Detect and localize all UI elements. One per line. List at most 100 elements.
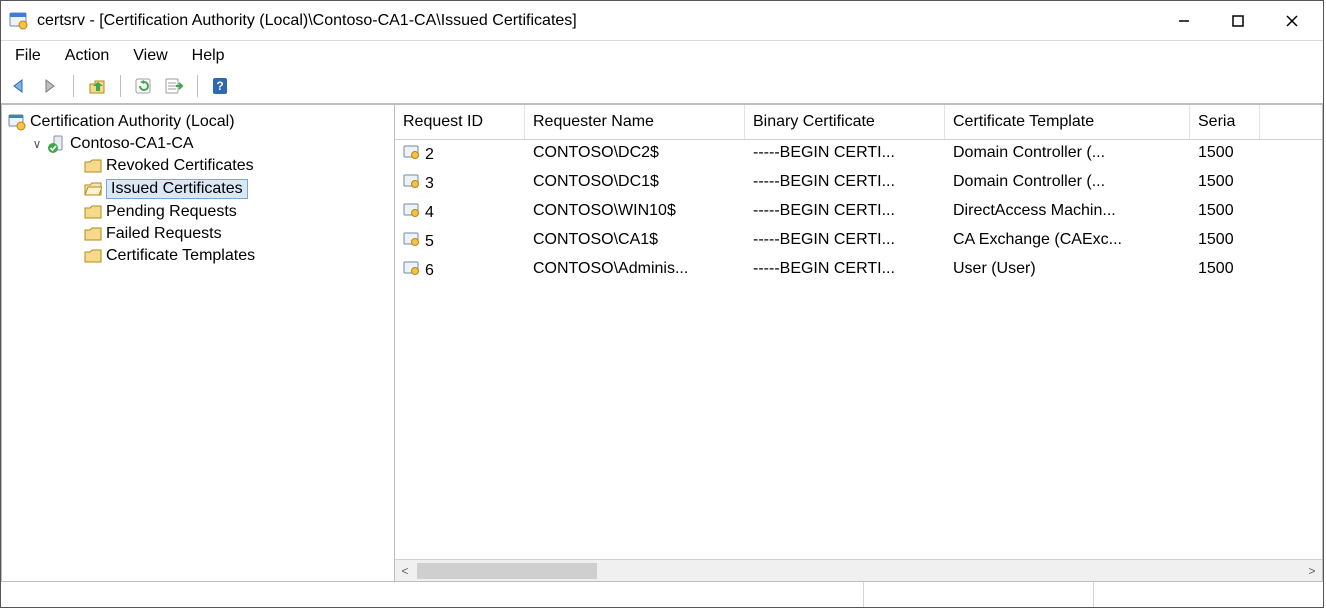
cell-requester: CONTOSO\DC2$ — [525, 142, 745, 167]
table-row[interactable]: 4 CONTOSO\WIN10$ -----BEGIN CERTI... Dir… — [395, 198, 1322, 227]
cell-requester: CONTOSO\Adminis... — [525, 258, 745, 283]
cell-requester: CONTOSO\WIN10$ — [525, 200, 745, 225]
column-header-binary-cert[interactable]: Binary Certificate — [745, 105, 945, 139]
cell-request-id: 5 — [425, 233, 434, 251]
tree-pending-requests[interactable]: Pending Requests — [80, 201, 392, 223]
tree-ca-label: Contoso-CA1-CA — [70, 135, 194, 153]
export-list-button[interactable] — [161, 73, 187, 99]
folder-icon — [84, 204, 102, 220]
cell-template: Domain Controller (... — [945, 171, 1190, 196]
close-button[interactable] — [1265, 2, 1319, 40]
cell-template: User (User) — [945, 258, 1190, 283]
toolbar-separator — [120, 75, 121, 97]
window-controls — [1157, 2, 1319, 40]
tree-item-label: Issued Certificates — [106, 179, 248, 199]
nav-back-button[interactable] — [7, 73, 33, 99]
tree-item-label: Failed Requests — [106, 225, 222, 243]
cell-serial: 1500 — [1190, 142, 1260, 167]
cell-template: Domain Controller (... — [945, 142, 1190, 167]
cell-template: DirectAccess Machin... — [945, 200, 1190, 225]
cell-request-id: 4 — [425, 204, 434, 222]
maximize-button[interactable] — [1211, 2, 1265, 40]
toolbar-separator — [73, 75, 74, 97]
cell-request-id: 2 — [425, 146, 434, 164]
app-window: certsrv - [Certification Authority (Loca… — [0, 0, 1324, 608]
column-header-serial[interactable]: Seria — [1190, 105, 1260, 139]
certificate-icon — [403, 173, 421, 194]
tree-certificate-templates[interactable]: Certificate Templates — [80, 245, 392, 267]
minimize-button[interactable] — [1157, 2, 1211, 40]
cell-binary: -----BEGIN CERTI... — [745, 200, 945, 225]
server-ok-icon — [48, 135, 66, 153]
status-segment — [1093, 582, 1323, 607]
tree-issued-certificates[interactable]: Issued Certificates — [80, 177, 392, 201]
cell-binary: -----BEGIN CERTI... — [745, 171, 945, 196]
menu-action[interactable]: Action — [65, 47, 109, 65]
tree-pane[interactable]: Certification Authority (Local) ∨ Contos… — [1, 104, 395, 581]
column-header-requester[interactable]: Requester Name — [525, 105, 745, 139]
up-one-level-button[interactable] — [84, 73, 110, 99]
menu-help[interactable]: Help — [192, 47, 225, 65]
folder-icon — [84, 158, 102, 174]
menu-bar: File Action View Help — [1, 41, 1323, 71]
list-body[interactable]: 2 CONTOSO\DC2$ -----BEGIN CERTI... Domai… — [395, 140, 1322, 559]
folder-icon — [84, 248, 102, 264]
cell-requester: CONTOSO\CA1$ — [525, 229, 745, 254]
tree: Certification Authority (Local) ∨ Contos… — [4, 111, 392, 267]
title-bar: certsrv - [Certification Authority (Loca… — [1, 1, 1323, 41]
cell-request-id: 6 — [425, 262, 434, 280]
content-area: Certification Authority (Local) ∨ Contos… — [1, 104, 1323, 581]
certification-authority-icon — [8, 113, 26, 131]
column-header-cert-template[interactable]: Certificate Template — [945, 105, 1190, 139]
cell-serial: 1500 — [1190, 171, 1260, 196]
tree-root[interactable]: Certification Authority (Local) — [4, 111, 392, 133]
cell-serial: 1500 — [1190, 200, 1260, 225]
cell-serial: 1500 — [1190, 258, 1260, 283]
column-header-request-id[interactable]: Request ID — [395, 105, 525, 139]
cell-binary: -----BEGIN CERTI... — [745, 229, 945, 254]
list-header: Request ID Requester Name Binary Certifi… — [395, 105, 1322, 140]
cell-template: CA Exchange (CAExc... — [945, 229, 1190, 254]
certificate-icon — [403, 202, 421, 223]
app-icon — [9, 11, 29, 31]
toolbar-separator — [197, 75, 198, 97]
tree-item-label: Revoked Certificates — [106, 157, 254, 175]
svg-text:?: ? — [216, 79, 223, 93]
nav-forward-button[interactable] — [37, 73, 63, 99]
list-pane: Request ID Requester Name Binary Certifi… — [395, 104, 1323, 581]
tree-revoked-certificates[interactable]: Revoked Certificates — [80, 155, 392, 177]
folder-open-icon — [84, 181, 102, 197]
menu-file[interactable]: File — [15, 47, 41, 65]
cell-binary: -----BEGIN CERTI... — [745, 258, 945, 283]
tree-ca-node[interactable]: ∨ Contoso-CA1-CA — [26, 133, 392, 155]
scroll-left-icon[interactable]: < — [395, 561, 415, 581]
cell-request-id: 3 — [425, 175, 434, 193]
status-segment — [1, 582, 863, 607]
cell-serial: 1500 — [1190, 229, 1260, 254]
scroll-right-icon[interactable]: > — [1302, 561, 1322, 581]
table-row[interactable]: 3 CONTOSO\DC1$ -----BEGIN CERTI... Domai… — [395, 169, 1322, 198]
status-bar — [1, 581, 1323, 607]
table-row[interactable]: 2 CONTOSO\DC2$ -----BEGIN CERTI... Domai… — [395, 140, 1322, 169]
certificate-icon — [403, 231, 421, 252]
certificate-icon — [403, 260, 421, 281]
toolbar: ? — [1, 71, 1323, 104]
table-row[interactable]: 5 CONTOSO\CA1$ -----BEGIN CERTI... CA Ex… — [395, 227, 1322, 256]
certificate-icon — [403, 144, 421, 165]
table-row[interactable]: 6 CONTOSO\Adminis... -----BEGIN CERTI...… — [395, 256, 1322, 285]
status-segment — [863, 582, 1093, 607]
refresh-button[interactable] — [131, 73, 157, 99]
tree-failed-requests[interactable]: Failed Requests — [80, 223, 392, 245]
expand-toggle-icon[interactable]: ∨ — [30, 137, 44, 151]
scroll-thumb[interactable] — [417, 563, 597, 579]
cell-requester: CONTOSO\DC1$ — [525, 171, 745, 196]
menu-view[interactable]: View — [133, 47, 167, 65]
folder-icon — [84, 226, 102, 242]
tree-item-label: Pending Requests — [106, 203, 237, 221]
help-button[interactable]: ? — [208, 73, 234, 99]
horizontal-scrollbar[interactable]: < > — [395, 559, 1322, 581]
tree-root-label: Certification Authority (Local) — [30, 113, 235, 131]
tree-item-label: Certificate Templates — [106, 247, 255, 265]
window-title: certsrv - [Certification Authority (Loca… — [37, 12, 1157, 30]
cell-binary: -----BEGIN CERTI... — [745, 142, 945, 167]
